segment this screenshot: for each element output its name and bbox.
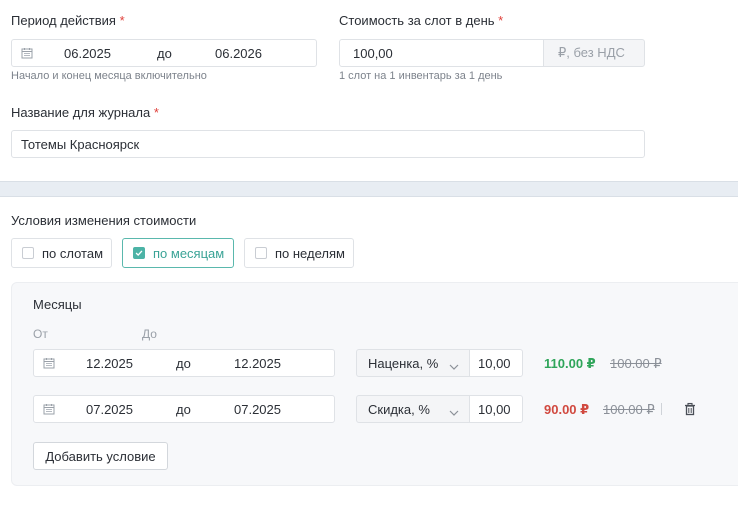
calendar-icon <box>43 403 55 415</box>
adjust-type-value: Наценка, % <box>368 355 439 371</box>
new-price: 90.00 ₽ <box>544 402 590 417</box>
adjust-type-select[interactable]: Наценка, % <box>356 349 470 377</box>
option-by-slots[interactable]: по слотам <box>11 238 112 268</box>
cost-currency-addon: ₽, без НДС <box>543 39 645 67</box>
new-price: 110.00 ₽ <box>544 356 596 371</box>
col-to-label: До <box>142 327 157 341</box>
period-to[interactable]: 06.2026 <box>215 46 262 61</box>
cost-input[interactable]: 100,00 <box>339 39 544 67</box>
journal-label-text: Название для журнала <box>11 105 151 120</box>
required-mark: * <box>153 105 159 120</box>
col-from-label: От <box>33 327 48 341</box>
months-title: Месяцы <box>33 297 82 312</box>
journal-label: Название для журнала * <box>11 105 159 120</box>
period-hint: Начало и конец месяца включительно <box>11 70 207 82</box>
cost-hint: 1 слот на 1 инвентарь за 1 день <box>339 70 503 82</box>
checkbox-checked-icon <box>133 247 145 259</box>
required-mark: * <box>498 13 504 28</box>
chevron-down-icon <box>449 359 459 374</box>
adjust-type-select[interactable]: Скидка, % <box>356 395 470 423</box>
month-sep: до <box>176 402 191 417</box>
month-sep: до <box>176 356 191 371</box>
option-label: по неделям <box>275 245 345 261</box>
month-range-input[interactable]: 12.2025 до 12.2025 <box>33 349 335 377</box>
period-sep: до <box>157 46 172 61</box>
conditions-label: Условия изменения стоимости <box>11 213 197 228</box>
old-price: 100.00 ₽ <box>603 402 655 417</box>
cost-label-text: Стоимость за слот в день <box>339 13 495 28</box>
period-label: Период действия * <box>11 13 125 28</box>
month-to[interactable]: 07.2025 <box>234 402 281 417</box>
journal-name-input[interactable]: Тотемы Красноярск <box>11 130 645 158</box>
adjust-value-input[interactable]: 10,00 <box>469 349 523 377</box>
month-range-input[interactable]: 07.2025 до 07.2025 <box>33 395 335 423</box>
option-label: по слотам <box>42 245 104 261</box>
old-price: 100.00 ₽ <box>610 356 662 371</box>
checkbox-icon <box>22 247 34 259</box>
option-label: по месяцам <box>153 245 225 261</box>
month-to[interactable]: 12.2025 <box>234 356 281 371</box>
section-divider <box>0 181 738 197</box>
add-condition-button[interactable]: Добавить условие <box>33 442 168 470</box>
chevron-down-icon <box>449 405 459 420</box>
checkbox-icon <box>255 247 267 259</box>
cost-label: Стоимость за слот в день * <box>339 13 503 28</box>
divider <box>661 403 662 415</box>
trash-icon[interactable] <box>683 402 697 416</box>
calendar-icon <box>21 47 33 59</box>
adjust-value-input[interactable]: 10,00 <box>469 395 523 423</box>
period-label-text: Период действия <box>11 13 116 28</box>
month-from[interactable]: 07.2025 <box>86 402 133 417</box>
period-range-input[interactable]: 06.2025 до 06.2026 <box>11 39 317 67</box>
month-from[interactable]: 12.2025 <box>86 356 133 371</box>
option-by-weeks[interactable]: по неделям <box>244 238 354 268</box>
option-by-months[interactable]: по месяцам <box>122 238 234 268</box>
adjust-type-value: Скидка, % <box>368 401 430 417</box>
required-mark: * <box>119 13 125 28</box>
period-from[interactable]: 06.2025 <box>64 46 111 61</box>
calendar-icon <box>43 357 55 369</box>
